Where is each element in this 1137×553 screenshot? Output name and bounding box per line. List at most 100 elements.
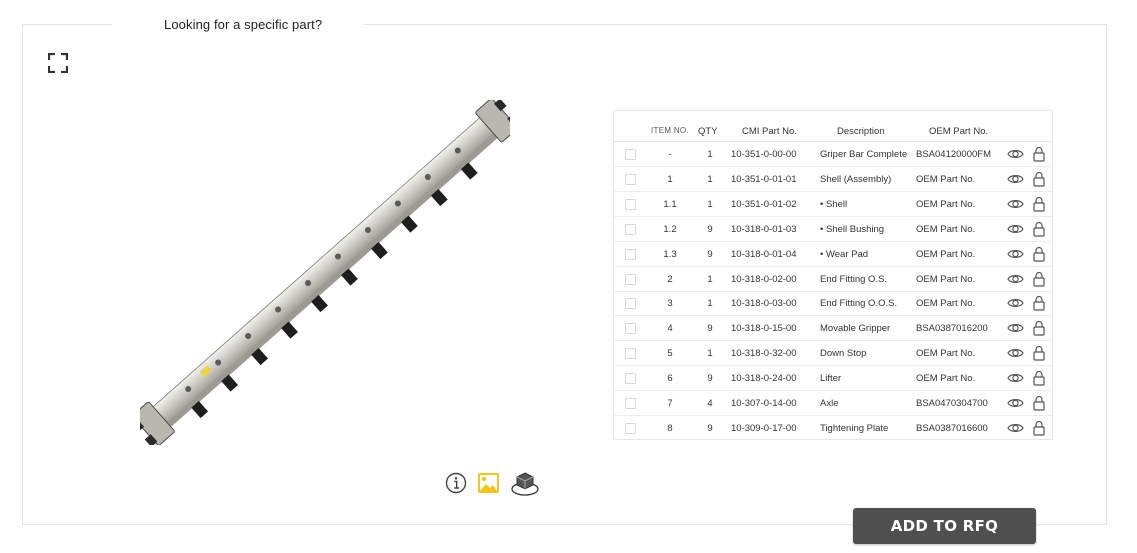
table-row[interactable]: 1.3 9 10-318-0-01-04 • Wear Pad OEM Part No. (614, 242, 1052, 267)
item-no: 2 (667, 273, 673, 285)
lock-icon[interactable] (1032, 246, 1046, 262)
eye-icon[interactable] (1007, 371, 1024, 385)
eye-icon[interactable] (1007, 172, 1024, 186)
table-row[interactable]: 1 1 10-351-0-01-01 Shell (Assembly) OEM Part… (614, 167, 1052, 192)
item-no: 8 (667, 422, 673, 434)
item-no: 1.3 (663, 248, 677, 260)
oem-part-no: OEM Part No. (916, 198, 976, 210)
item-no: 1.1 (663, 198, 677, 210)
qty: 9 (707, 373, 713, 385)
row-checkbox[interactable] (625, 198, 636, 210)
cmi-part-no: 10-318-0-24-00 (731, 373, 797, 385)
expand-icon[interactable] (48, 53, 68, 73)
cmi-part-no: 10-307-0-14-00 (731, 398, 797, 409)
description: End Fitting O.S. (820, 273, 888, 285)
table-row[interactable]: 2 1 10-318-0-02-00 End Fitting O.S. OEM Part… (614, 267, 1052, 292)
description: Griper Bar Complete (820, 149, 908, 160)
eye-icon[interactable] (1007, 272, 1024, 286)
eye-icon[interactable] (1007, 147, 1024, 161)
lock-icon[interactable] (1032, 295, 1046, 311)
table-row[interactable]: 4 9 10-318-0-15-00 Movable Gripper BSA038701… (614, 316, 1052, 342)
qty: 1 (707, 273, 713, 285)
oem-part-no: BSA04120000FM (916, 149, 991, 160)
oem-part-no: OEM Part No. (916, 223, 976, 235)
column-header-cmi-part-no: CMI Part No. (742, 126, 797, 137)
eye-icon[interactable] (1007, 396, 1024, 410)
lock-icon[interactable] (1032, 320, 1046, 336)
eye-icon[interactable] (1007, 421, 1024, 435)
row-checkbox[interactable] (625, 422, 636, 434)
cmi-part-no: 10-318-0-32-00 (731, 348, 797, 360)
oem-part-no: OEM Part No. (916, 348, 976, 360)
description: Shell (Assembly) (820, 173, 892, 185)
table-row[interactable]: 8 9 10-309-0-17-00 Tightening Plate BSA03870… (614, 416, 1052, 441)
lock-icon[interactable] (1032, 171, 1046, 187)
cmi-part-no: 10-309-0-17-00 (731, 422, 797, 434)
cmi-part-no: 10-351-0-01-02 (731, 198, 797, 210)
table-row[interactable]: 1.2 9 10-318-0-01-03 • Shell Bushing OEM Par… (614, 217, 1052, 242)
cmi-part-no: 10-318-0-01-04 (731, 248, 797, 260)
row-checkbox[interactable] (625, 223, 636, 235)
lock-icon[interactable] (1032, 420, 1046, 436)
lock-icon[interactable] (1032, 370, 1046, 386)
item-no: 1.2 (663, 223, 677, 235)
oem-part-no: BSA0470304700 (916, 398, 988, 409)
row-checkbox[interactable] (625, 373, 636, 385)
table-row[interactable]: 7 4 10-307-0-14-00 Axle BSA0470304700 (614, 391, 1052, 416)
qty: 9 (707, 323, 713, 335)
info-icon[interactable] (445, 472, 467, 494)
row-checkbox[interactable] (625, 248, 636, 260)
product-image (140, 100, 510, 445)
image-icon[interactable] (478, 473, 499, 493)
row-checkbox[interactable] (625, 149, 636, 160)
add-to-rfq-button[interactable]: ADD TO RFQ (853, 508, 1036, 544)
qty: 9 (707, 248, 713, 260)
cmi-part-no: 10-318-0-02-00 (731, 273, 797, 285)
eye-icon[interactable] (1007, 222, 1024, 236)
eye-icon[interactable] (1007, 296, 1024, 310)
row-checkbox[interactable] (625, 323, 636, 335)
lock-icon[interactable] (1032, 345, 1046, 361)
lock-icon[interactable] (1032, 395, 1046, 411)
description: Axle (820, 398, 839, 409)
eye-icon[interactable] (1007, 346, 1024, 360)
description: Lifter (820, 373, 842, 385)
oem-part-no: BSA0387016200 (916, 323, 988, 335)
row-checkbox[interactable] (625, 173, 636, 185)
item-no: 3 (667, 298, 673, 310)
column-header-description: Description (837, 126, 885, 137)
item-no: 1 (667, 173, 673, 185)
cmi-part-no: 10-351-0-00-00 (731, 149, 797, 160)
description: Tightening Plate (820, 422, 889, 434)
cmi-part-no: 10-318-0-01-03 (731, 223, 797, 235)
qty: 9 (707, 422, 713, 434)
table-row[interactable]: 6 9 10-318-0-24-00 Lifter OEM Part No. (614, 366, 1052, 392)
cmi-part-no: 10-351-0-01-01 (731, 173, 797, 185)
eye-icon[interactable] (1007, 247, 1024, 261)
table-row[interactable]: 3 1 10-318-0-03-00 End Fitting O.O.S. OEM Pa… (614, 291, 1052, 317)
description: Down Stop (820, 348, 867, 360)
lock-icon[interactable] (1032, 146, 1046, 162)
oem-part-no: OEM Part No. (916, 273, 976, 285)
eye-icon[interactable] (1007, 197, 1024, 211)
table-row[interactable]: 5 1 10-318-0-32-00 Down Stop OEM Part No. (614, 341, 1052, 367)
row-checkbox[interactable] (625, 398, 636, 409)
item-no: 5 (667, 348, 673, 360)
cmi-part-no: 10-318-0-15-00 (731, 323, 797, 335)
page-title: Looking for a specific part? (164, 17, 323, 32)
row-checkbox[interactable] (625, 348, 636, 360)
oem-part-no: OEM Part No. (916, 373, 976, 385)
column-header-oem-part-no: OEM Part No. (929, 126, 989, 137)
lock-icon[interactable] (1032, 221, 1046, 237)
lock-icon[interactable] (1032, 271, 1046, 287)
row-checkbox[interactable] (625, 273, 636, 285)
row-checkbox[interactable] (625, 298, 636, 310)
table-row[interactable]: - 1 10-351-0-00-00 Griper Bar Complete BSA04… (614, 142, 1052, 167)
3d-model-icon[interactable] (510, 470, 540, 497)
description: End Fitting O.O.S. (820, 298, 898, 310)
item-no: 7 (667, 398, 673, 409)
eye-icon[interactable] (1007, 321, 1024, 335)
table-row[interactable]: 1.1 1 10-351-0-01-02 • Shell OEM Part No. (614, 192, 1052, 217)
oem-part-no: OEM Part No. (916, 298, 976, 310)
lock-icon[interactable] (1032, 196, 1046, 212)
